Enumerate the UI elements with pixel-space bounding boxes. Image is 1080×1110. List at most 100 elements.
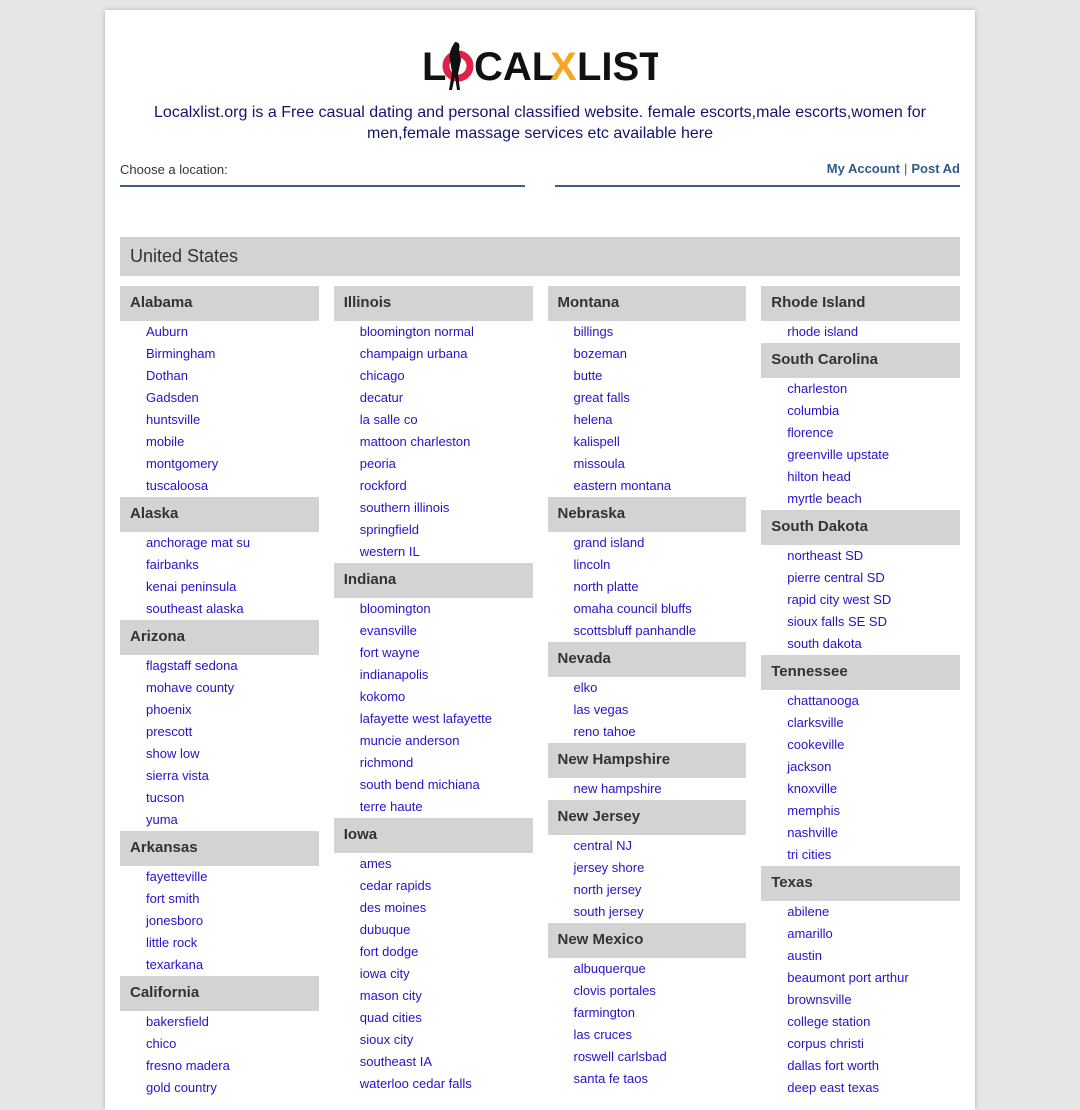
city-link[interactable]: mobile: [120, 431, 319, 453]
city-link[interactable]: omaha council bluffs: [548, 598, 747, 620]
city-link[interactable]: peoria: [334, 453, 533, 475]
city-link[interactable]: lincoln: [548, 554, 747, 576]
city-link[interactable]: la salle co: [334, 409, 533, 431]
city-link[interactable]: fort dodge: [334, 941, 533, 963]
city-link[interactable]: albuquerque: [548, 958, 747, 980]
city-link[interactable]: dallas fort worth: [761, 1055, 960, 1077]
city-link[interactable]: fresno madera: [120, 1055, 319, 1077]
site-logo[interactable]: L CAL X LIST: [120, 38, 960, 94]
city-link[interactable]: fayetteville: [120, 866, 319, 888]
city-link[interactable]: texarkana: [120, 954, 319, 976]
city-link[interactable]: gold country: [120, 1077, 319, 1099]
city-link[interactable]: fairbanks: [120, 554, 319, 576]
city-link[interactable]: kalispell: [548, 431, 747, 453]
city-link[interactable]: bozeman: [548, 343, 747, 365]
city-link[interactable]: terre haute: [334, 796, 533, 818]
city-link[interactable]: fort wayne: [334, 642, 533, 664]
city-link[interactable]: flagstaff sedona: [120, 655, 319, 677]
city-link[interactable]: mohave county: [120, 677, 319, 699]
city-link[interactable]: kenai peninsula: [120, 576, 319, 598]
city-link[interactable]: rhode island: [761, 321, 960, 343]
city-link[interactable]: las cruces: [548, 1024, 747, 1046]
city-link[interactable]: myrtle beach: [761, 488, 960, 510]
city-link[interactable]: south jersey: [548, 901, 747, 923]
city-link[interactable]: hilton head: [761, 466, 960, 488]
city-link[interactable]: cookeville: [761, 734, 960, 756]
city-link[interactable]: cedar rapids: [334, 875, 533, 897]
city-link[interactable]: Auburn: [120, 321, 319, 343]
city-link[interactable]: des moines: [334, 897, 533, 919]
city-link[interactable]: south dakota: [761, 633, 960, 655]
city-link[interactable]: western IL: [334, 541, 533, 563]
city-link[interactable]: montgomery: [120, 453, 319, 475]
city-link[interactable]: dubuque: [334, 919, 533, 941]
city-link[interactable]: lafayette west lafayette: [334, 708, 533, 730]
city-link[interactable]: central NJ: [548, 835, 747, 857]
city-link[interactable]: deep east texas: [761, 1077, 960, 1099]
city-link[interactable]: decatur: [334, 387, 533, 409]
city-link[interactable]: Dothan: [120, 365, 319, 387]
city-link[interactable]: butte: [548, 365, 747, 387]
city-link[interactable]: clarksville: [761, 712, 960, 734]
city-link[interactable]: elko: [548, 677, 747, 699]
city-link[interactable]: columbia: [761, 400, 960, 422]
city-link[interactable]: quad cities: [334, 1007, 533, 1029]
city-link[interactable]: richmond: [334, 752, 533, 774]
post-ad-link[interactable]: Post Ad: [911, 161, 960, 176]
city-link[interactable]: santa fe taos: [548, 1068, 747, 1090]
city-link[interactable]: las vegas: [548, 699, 747, 721]
city-link[interactable]: springfield: [334, 519, 533, 541]
city-link[interactable]: Gadsden: [120, 387, 319, 409]
city-link[interactable]: prescott: [120, 721, 319, 743]
city-link[interactable]: southeast alaska: [120, 598, 319, 620]
city-link[interactable]: new hampshire: [548, 778, 747, 800]
city-link[interactable]: greenville upstate: [761, 444, 960, 466]
city-link[interactable]: waterloo cedar falls: [334, 1073, 533, 1095]
city-link[interactable]: roswell carlsbad: [548, 1046, 747, 1068]
city-link[interactable]: huntsville: [120, 409, 319, 431]
city-link[interactable]: clovis portales: [548, 980, 747, 1002]
city-link[interactable]: muncie anderson: [334, 730, 533, 752]
city-link[interactable]: southeast IA: [334, 1051, 533, 1073]
city-link[interactable]: ames: [334, 853, 533, 875]
city-link[interactable]: charleston: [761, 378, 960, 400]
city-link[interactable]: knoxville: [761, 778, 960, 800]
city-link[interactable]: chicago: [334, 365, 533, 387]
city-link[interactable]: north jersey: [548, 879, 747, 901]
city-link[interactable]: farmington: [548, 1002, 747, 1024]
city-link[interactable]: tucson: [120, 787, 319, 809]
city-link[interactable]: phoenix: [120, 699, 319, 721]
city-link[interactable]: brownsville: [761, 989, 960, 1011]
city-link[interactable]: southern illinois: [334, 497, 533, 519]
city-link[interactable]: south bend michiana: [334, 774, 533, 796]
my-account-link[interactable]: My Account: [827, 161, 900, 176]
city-link[interactable]: bakersfield: [120, 1011, 319, 1033]
city-link[interactable]: yuma: [120, 809, 319, 831]
city-link[interactable]: beaumont port arthur: [761, 967, 960, 989]
city-link[interactable]: great falls: [548, 387, 747, 409]
city-link[interactable]: corpus christi: [761, 1033, 960, 1055]
city-link[interactable]: bloomington normal: [334, 321, 533, 343]
city-link[interactable]: indianapolis: [334, 664, 533, 686]
city-link[interactable]: scottsbluff panhandle: [548, 620, 747, 642]
city-link[interactable]: kokomo: [334, 686, 533, 708]
city-link[interactable]: missoula: [548, 453, 747, 475]
city-link[interactable]: jackson: [761, 756, 960, 778]
city-link[interactable]: chico: [120, 1033, 319, 1055]
city-link[interactable]: sierra vista: [120, 765, 319, 787]
city-link[interactable]: bloomington: [334, 598, 533, 620]
city-link[interactable]: eastern montana: [548, 475, 747, 497]
city-link[interactable]: show low: [120, 743, 319, 765]
city-link[interactable]: grand island: [548, 532, 747, 554]
city-link[interactable]: sioux falls SE SD: [761, 611, 960, 633]
city-link[interactable]: jonesboro: [120, 910, 319, 932]
city-link[interactable]: florence: [761, 422, 960, 444]
city-link[interactable]: abilene: [761, 901, 960, 923]
city-link[interactable]: chattanooga: [761, 690, 960, 712]
city-link[interactable]: amarillo: [761, 923, 960, 945]
city-link[interactable]: reno tahoe: [548, 721, 747, 743]
city-link[interactable]: nashville: [761, 822, 960, 844]
city-link[interactable]: little rock: [120, 932, 319, 954]
city-link[interactable]: mattoon charleston: [334, 431, 533, 453]
city-link[interactable]: tri cities: [761, 844, 960, 866]
